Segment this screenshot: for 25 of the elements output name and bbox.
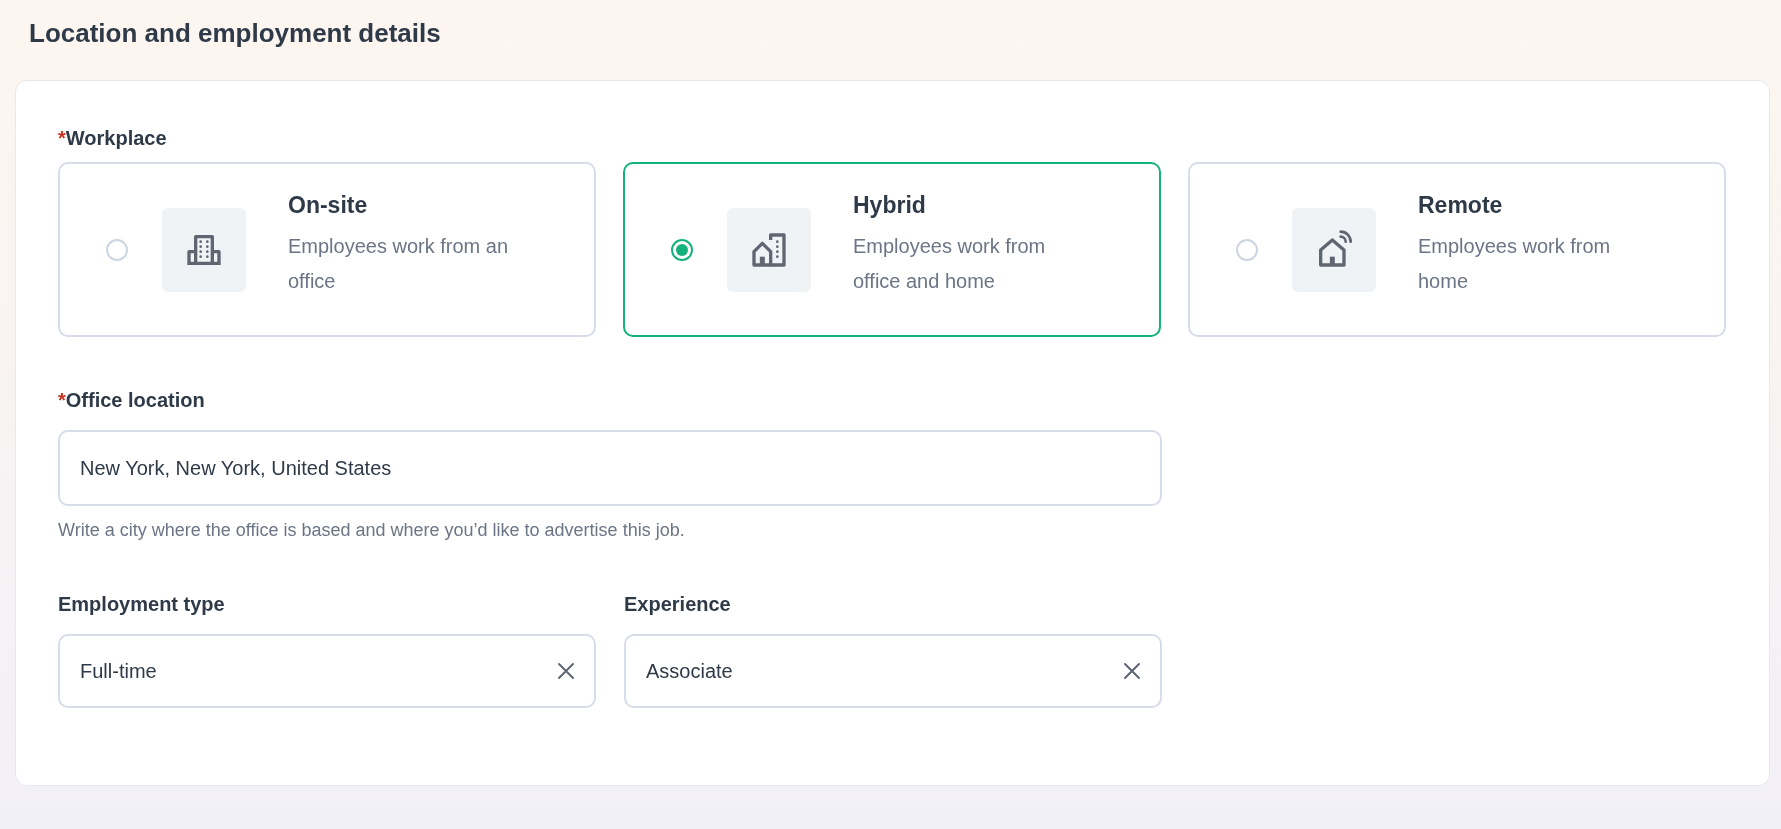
select-field[interactable]: Full-time: [58, 634, 596, 708]
workplace-option[interactable]: On-site Employees work from an office: [58, 162, 596, 337]
help-text: Write a city where the office is based and where you’d like to advertise this job.: [58, 520, 686, 541]
clear-icon[interactable]: [556, 661, 576, 681]
field-label: Workplace: [65, 127, 167, 150]
select-field[interactable]: Associate: [624, 634, 1162, 708]
radio-button[interactable]: [1236, 238, 1258, 261]
field-label: Office location: [65, 389, 205, 412]
radio-button[interactable]: [106, 238, 128, 261]
field-label: Employment type: [58, 593, 225, 616]
required-mark: *: [58, 127, 66, 150]
required-mark: *: [58, 389, 66, 412]
option-title: Remote: [1418, 192, 1504, 219]
section-title: Location and employment details: [29, 17, 442, 50]
option-description: Employees work from an office: [288, 234, 510, 294]
option-description: Employees work from office and home: [853, 234, 1047, 294]
clear-icon[interactable]: [1122, 661, 1142, 681]
option-title: Hybrid: [853, 192, 927, 219]
workplace-option[interactable]: Hybrid Employees work from office and home: [623, 162, 1161, 337]
option-title: On-site: [288, 192, 369, 219]
field-label: Experience: [624, 593, 731, 616]
workplace-option[interactable]: Remote Employees work from home: [1188, 162, 1726, 337]
option-description: Employees work from home: [1418, 234, 1612, 294]
radio-button[interactable]: [671, 238, 693, 261]
location-field[interactable]: New York, New York, United States: [58, 430, 1162, 506]
